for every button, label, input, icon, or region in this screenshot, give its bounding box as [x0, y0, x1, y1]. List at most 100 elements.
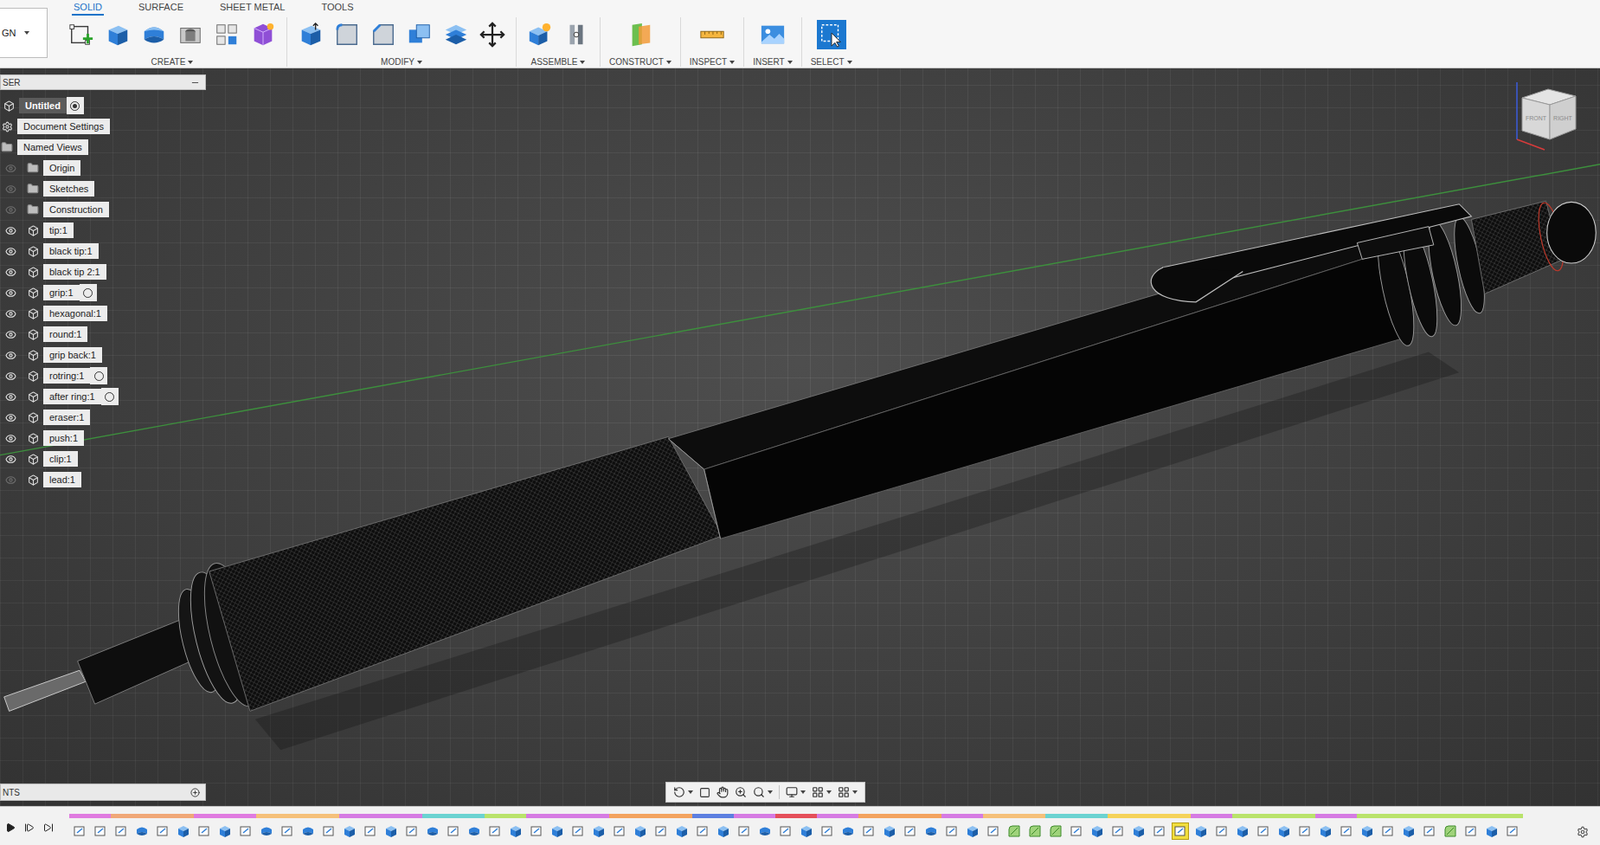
tool-button[interactable]: [758, 19, 788, 50]
feature-button[interactable]: [548, 822, 566, 840]
item-label[interactable]: Origin: [43, 160, 81, 176]
zoom-button[interactable]: [734, 785, 747, 798]
timeline-feature[interactable]: [422, 813, 444, 840]
feature-button[interactable]: [133, 822, 151, 840]
browser-item[interactable]: after ring:1: [0, 385, 206, 407]
timeline-feature[interactable]: [276, 813, 298, 840]
feature-button[interactable]: [361, 822, 380, 840]
browser-item[interactable]: Construction: [0, 199, 206, 220]
timeline-feature[interactable]: [858, 813, 880, 840]
activate-radio[interactable]: [66, 96, 84, 115]
visibility-toggle[interactable]: [3, 264, 18, 279]
gear-icon[interactable]: [1576, 825, 1589, 838]
group-menu[interactable]: MODIFY: [380, 51, 423, 67]
timeline-feature[interactable]: [879, 813, 900, 840]
feature-button[interactable]: [777, 822, 795, 840]
browser-item[interactable]: tip:1: [0, 219, 206, 241]
feature-button[interactable]: [1088, 822, 1106, 840]
item-label[interactable]: round:1: [43, 326, 88, 342]
visibility-toggle[interactable]: [3, 202, 18, 217]
visibility-toggle[interactable]: [3, 181, 18, 196]
timeline-feature[interactable]: [629, 813, 651, 840]
feature-button[interactable]: [424, 822, 442, 840]
timeline-feature[interactable]: [401, 813, 423, 840]
timeline-feature[interactable]: [173, 813, 194, 840]
feature-button[interactable]: [943, 822, 961, 840]
feature-button[interactable]: [527, 822, 546, 840]
timeline-settings[interactable]: [1565, 813, 1600, 838]
timeline-feature[interactable]: [1398, 813, 1420, 840]
feature-button[interactable]: [1130, 822, 1148, 840]
browser-item[interactable]: grip:1: [0, 282, 206, 303]
feature-button[interactable]: [569, 822, 587, 840]
timeline-feature[interactable]: [941, 813, 963, 840]
grid-icon[interactable]: [811, 785, 824, 798]
eye-icon[interactable]: [5, 287, 17, 299]
feature-button[interactable]: [839, 822, 857, 840]
look-at-icon[interactable]: [699, 786, 711, 798]
feature-button[interactable]: [1067, 822, 1086, 840]
group-menu[interactable]: SELECT: [810, 51, 853, 67]
feature-button[interactable]: [340, 822, 359, 840]
timeline-feature[interactable]: [1273, 813, 1295, 840]
tool-button[interactable]: [625, 19, 656, 50]
tool-button[interactable]: [816, 19, 847, 50]
eye-icon[interactable]: [5, 411, 17, 424]
browser-item[interactable]: rotring:1: [0, 365, 206, 386]
feature-button[interactable]: [1379, 822, 1397, 840]
feature-button[interactable]: [403, 822, 421, 840]
item-label[interactable]: grip:1: [43, 284, 80, 301]
feature-button[interactable]: [1317, 822, 1335, 840]
browser-item[interactable]: Named Views: [0, 136, 206, 158]
browser-item[interactable]: Origin: [0, 157, 206, 179]
tool-button[interactable]: [175, 19, 206, 50]
item-label[interactable]: Construction: [43, 201, 110, 218]
group-menu[interactable]: INSPECT: [689, 51, 735, 67]
timeline-feature[interactable]: [1086, 813, 1108, 840]
browser-item[interactable]: lead:1: [0, 469, 206, 490]
tool-button[interactable]: [66, 19, 97, 50]
visibility-toggle[interactable]: [3, 368, 18, 383]
item-label[interactable]: rotring:1: [43, 367, 90, 384]
timeline-feature[interactable]: [899, 813, 921, 840]
timeline-feature[interactable]: [1169, 813, 1191, 840]
timeline-feature[interactable]: [1045, 813, 1067, 840]
tool-button[interactable]: [248, 19, 278, 50]
item-label[interactable]: eraser:1: [43, 409, 90, 425]
timeline-feature[interactable]: [380, 813, 402, 840]
feature-button[interactable]: [735, 822, 753, 840]
feature-button[interactable]: [444, 822, 463, 840]
timeline-feature[interactable]: [816, 813, 838, 840]
eye-icon[interactable]: [5, 266, 17, 278]
timeline-feature[interactable]: [339, 813, 360, 840]
item-label[interactable]: black tip:1: [43, 243, 99, 259]
feature-button[interactable]: [237, 822, 255, 840]
activate-radio[interactable]: [89, 366, 108, 385]
timeline-feature[interactable]: [983, 813, 1004, 840]
display-settings-button[interactable]: [785, 785, 806, 798]
timeline-feature[interactable]: [131, 813, 153, 840]
feature-button[interactable]: [1233, 822, 1252, 840]
timeline-feature[interactable]: [110, 813, 132, 840]
feature-button[interactable]: [382, 822, 400, 840]
feature-button[interactable]: [693, 822, 712, 840]
feature-button[interactable]: [112, 822, 130, 840]
eye-icon[interactable]: [5, 204, 17, 216]
toolbar-tab[interactable]: SHEET METAL: [218, 0, 287, 16]
item-label[interactable]: hexagonal:1: [43, 305, 108, 322]
feature-button[interactable]: [1213, 822, 1231, 840]
play-icon[interactable]: [5, 822, 16, 833]
eye-icon[interactable]: [5, 432, 17, 444]
feature-button[interactable]: [652, 822, 670, 840]
timeline-feature[interactable]: [1107, 813, 1129, 840]
visibility-toggle[interactable]: [3, 430, 18, 445]
browser-item[interactable]: black tip:1: [0, 240, 206, 262]
timeline-feature[interactable]: [1253, 813, 1274, 840]
timeline-feature[interactable]: [775, 813, 797, 840]
timeline-feature[interactable]: [1066, 813, 1087, 840]
activate-radio[interactable]: [79, 283, 97, 302]
radio-icon[interactable]: [104, 391, 115, 402]
grid-settings-button[interactable]: [811, 785, 832, 798]
tool-button[interactable]: [697, 19, 727, 50]
timeline-feature[interactable]: [1460, 813, 1482, 840]
